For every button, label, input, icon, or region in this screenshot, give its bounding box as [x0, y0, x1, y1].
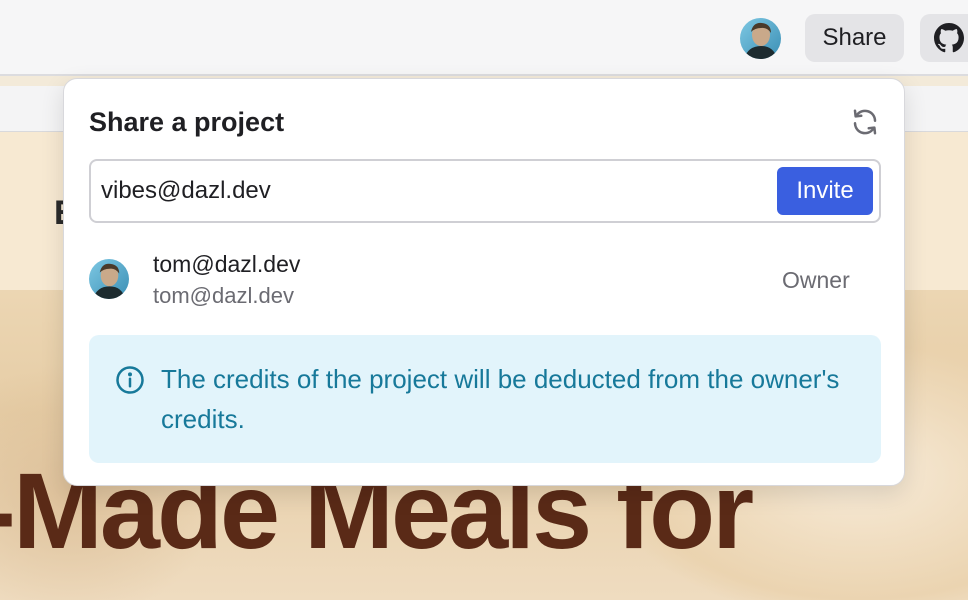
member-role: Owner: [782, 267, 850, 293]
user-avatar[interactable]: [740, 18, 781, 59]
info-icon: [115, 365, 145, 395]
invite-row: Invite: [89, 159, 881, 223]
member-email: tom@dazl.dev: [153, 283, 294, 308]
popover-title: Share a project: [89, 107, 285, 137]
share-button[interactable]: Share: [805, 14, 904, 62]
invite-button[interactable]: Invite: [777, 167, 873, 215]
info-message: The credits of the project will be deduc…: [161, 364, 840, 434]
refresh-icon[interactable]: [850, 107, 880, 137]
github-icon: [934, 23, 964, 53]
top-toolbar: Share: [0, 0, 968, 76]
share-popover: Share a project Invite tom@dazl.dev: [63, 78, 905, 486]
github-button[interactable]: [920, 14, 968, 62]
info-box: The credits of the project will be deduc…: [89, 335, 881, 463]
member-avatar: [89, 259, 129, 299]
member-name: tom@dazl.dev: [153, 251, 301, 277]
email-input[interactable]: [101, 167, 761, 215]
